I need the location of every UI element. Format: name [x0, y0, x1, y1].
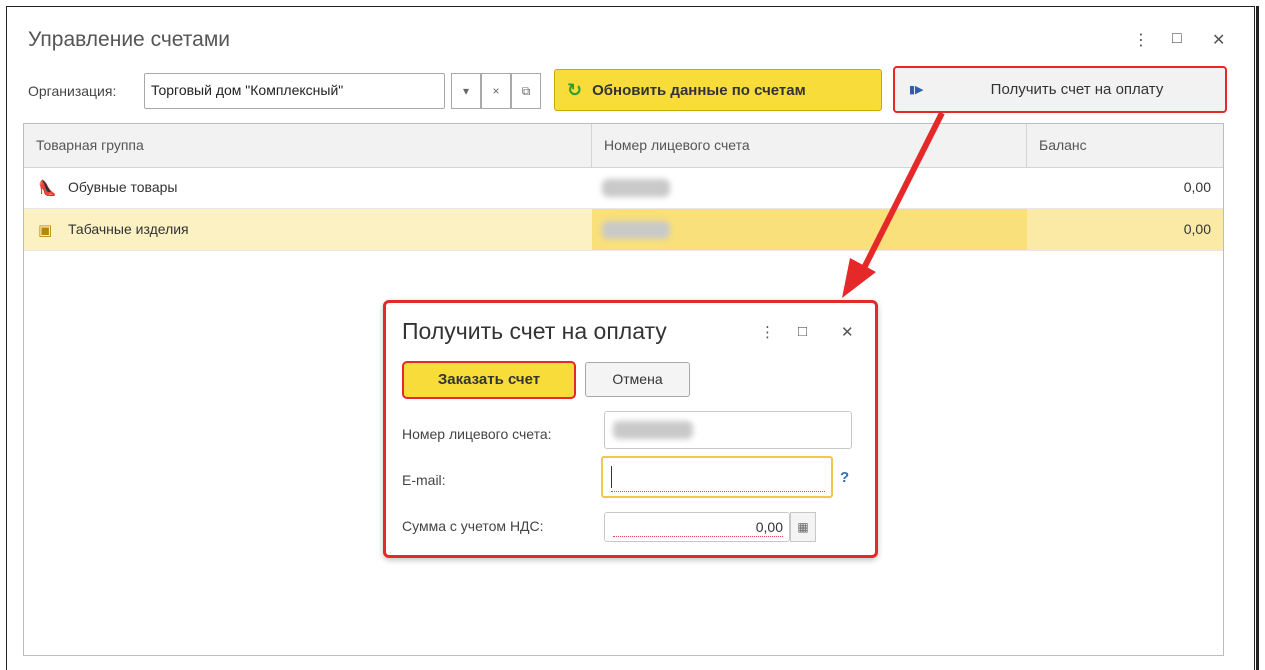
- text-cursor: [611, 466, 612, 488]
- calculator-icon[interactable]: ▦: [790, 512, 816, 542]
- account-number-redacted: [602, 179, 670, 197]
- table-header: Товарная группа Номер лицевого счета Бал…: [24, 124, 1223, 168]
- balance-cell: 0,00: [1183, 221, 1211, 237]
- refresh-accounts-label: Обновить данные по счетам: [592, 81, 806, 99]
- account-number-label: Номер лицевого счета:: [402, 426, 552, 442]
- open-icon[interactable]: ⧉: [511, 73, 541, 109]
- tobacco-icon: ▣: [38, 222, 53, 239]
- amount-label: Сумма с учетом НДС:: [402, 518, 544, 534]
- maximize-icon[interactable]: □: [1172, 30, 1182, 48]
- chevron-down-icon[interactable]: ▾: [451, 73, 481, 109]
- organization-label: Организация:: [28, 83, 117, 99]
- dialog-title: Получить счет на оплату: [402, 318, 667, 344]
- organization-field[interactable]: Торговый дом "Комплексный": [144, 73, 445, 109]
- account-number-field[interactable]: [604, 411, 852, 449]
- column-header-account[interactable]: Номер лицевого счета: [592, 124, 1027, 167]
- table-row[interactable]: 👠 Обувные товары 0,00: [24, 167, 1223, 209]
- email-label: E-mail:: [402, 472, 446, 488]
- close-icon[interactable]: ✕: [841, 323, 854, 341]
- amount-field[interactable]: 0,00: [604, 512, 790, 542]
- amount-value: 0,00: [755, 519, 783, 535]
- table-row[interactable]: ▣ Табачные изделия 0,00: [24, 209, 1223, 251]
- get-invoice-dialog: Получить счет на оплату ⋮ □ ✕ Заказать с…: [383, 300, 878, 558]
- required-underline: [613, 536, 783, 537]
- get-invoice-button[interactable]: ▮▶ Получить счет на оплату: [893, 66, 1227, 113]
- required-underline: [611, 491, 825, 492]
- run-icon: ▮▶: [909, 84, 924, 96]
- order-invoice-button[interactable]: Заказать счет: [402, 361, 576, 399]
- cancel-button[interactable]: Отмена: [585, 362, 690, 397]
- more-icon[interactable]: ⋮: [1133, 30, 1149, 50]
- group-cell: Обувные товары: [68, 179, 178, 195]
- more-icon[interactable]: ⋮: [760, 323, 775, 341]
- balance-cell: 0,00: [1183, 179, 1211, 195]
- shoe-icon: 👠: [38, 180, 57, 197]
- column-header-balance[interactable]: Баланс: [1027, 124, 1223, 167]
- window-title: Управление счетами: [28, 28, 230, 51]
- column-header-group[interactable]: Товарная группа: [24, 124, 592, 167]
- account-number-redacted: [613, 421, 693, 439]
- maximize-icon[interactable]: □: [798, 323, 807, 340]
- email-field[interactable]: [601, 456, 833, 498]
- group-cell: Табачные изделия: [68, 221, 189, 237]
- close-icon[interactable]: ✕: [1212, 30, 1225, 50]
- clear-icon[interactable]: ×: [481, 73, 511, 109]
- refresh-icon: ↻: [567, 79, 583, 100]
- window-edge: [1256, 6, 1259, 670]
- account-number-redacted: [602, 221, 670, 239]
- refresh-accounts-button[interactable]: ↻ Обновить данные по счетам: [554, 69, 882, 111]
- help-icon[interactable]: ?: [840, 469, 849, 486]
- get-invoice-label: Получить счет на оплату: [990, 81, 1164, 98]
